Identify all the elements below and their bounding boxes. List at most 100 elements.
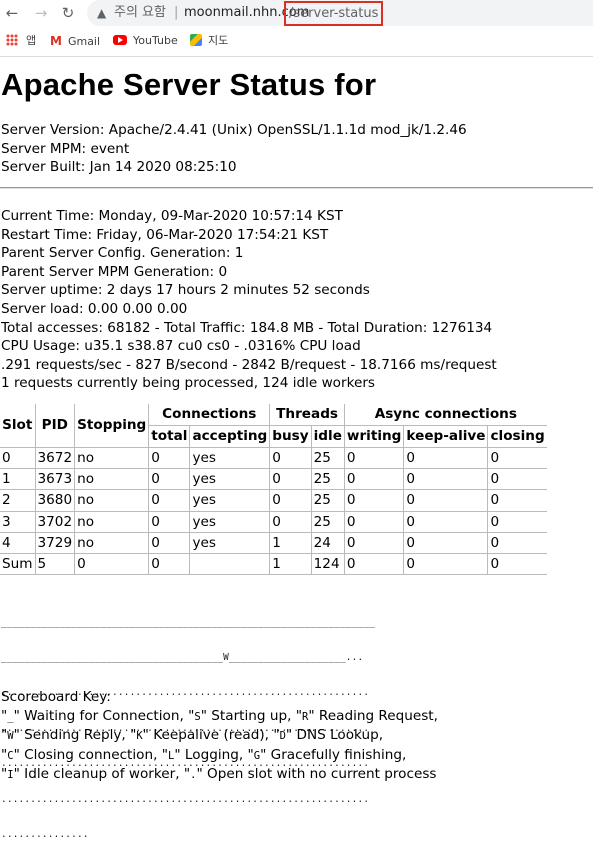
- cell-total: 0: [148, 553, 190, 576]
- table-row: 2 3680 no 0 yes 0 25 0 0 0: [0, 489, 547, 512]
- back-arrow-icon[interactable]: ←: [1, 2, 23, 24]
- server-info: Server Version: Apache/2.4.41 (Unix) Ope…: [1, 121, 467, 177]
- header-async-connections: Async connections: [343, 404, 547, 426]
- cell-writing: 0: [343, 468, 404, 491]
- cell-idle: 25: [310, 489, 345, 512]
- cell-idle: 25: [310, 447, 345, 470]
- key-desc: Sending Reply,: [19, 727, 131, 744]
- mpm-generation: Parent Server MPM Generation: 0: [1, 263, 228, 280]
- scoreboard-key-title: Scoreboard Key:: [1, 689, 111, 705]
- bookmark-label: 앱: [26, 34, 37, 47]
- cell-accepting: yes: [189, 532, 270, 555]
- key-code: I: [7, 769, 14, 782]
- table-sum-row: Sum 5 0 0 1 124 0 0 0: [0, 553, 547, 576]
- forward-arrow-icon[interactable]: →: [30, 2, 52, 24]
- bookmark-maps[interactable]: 지도: [190, 31, 228, 51]
- total-accesses: Total accesses: 68182 - Total Traffic: 1…: [1, 319, 493, 336]
- restart-time: Restart Time: Friday, 06-Mar-2020 17:54:…: [1, 226, 329, 243]
- cell-keep-alive: 0: [403, 553, 488, 576]
- cell-keep-alive: 0: [403, 447, 488, 470]
- cell-total: 0: [148, 489, 190, 512]
- url-path-highlight[interactable]: /server-status: [284, 1, 384, 26]
- cell-writing: 0: [343, 447, 404, 470]
- scoreboard-key-line: "W" Sending Reply, "K" Keepalive (read),…: [1, 727, 384, 744]
- cell-busy: 1: [269, 553, 312, 576]
- key-desc: Reading Request,: [314, 707, 438, 724]
- header-stopping: Stopping: [74, 404, 149, 448]
- cell-closing: 0: [487, 511, 547, 533]
- cpu-usage: CPU Usage: u35.1 s38.87 cu0 cs0 - .0316%…: [1, 338, 361, 355]
- security-label[interactable]: 주의 요함: [114, 0, 166, 26]
- bookmark-apps[interactable]: 앱: [6, 31, 36, 51]
- address-bar[interactable]: ▲ 주의 요함 | moonmail.nhn.com /server-statu…: [87, 0, 593, 26]
- maps-icon: [190, 34, 202, 46]
- gmail-icon: M: [50, 34, 62, 48]
- key-desc: Open slot with no current process: [202, 766, 437, 783]
- cell-pid: 3702: [34, 511, 75, 533]
- cell-pid: 3673: [34, 468, 75, 491]
- server-mpm: Server MPM: event: [1, 140, 130, 157]
- cell-busy: 0: [269, 489, 312, 512]
- header-writing: writing: [343, 425, 404, 448]
- bookmarks-bar: 앱 M Gmail YouTube 지도: [0, 31, 593, 51]
- scoreboard-line: ...............: [1, 828, 89, 840]
- scoreboard-line: ______________________________________W_…: [1, 651, 364, 663]
- server-uptime: Server uptime: 2 days 17 hours 2 minutes…: [1, 282, 370, 299]
- cell-keep-alive: 0: [403, 511, 488, 533]
- key-code: S: [194, 710, 201, 723]
- header-connections: Connections: [148, 404, 270, 426]
- cell-stopping: no: [74, 447, 149, 470]
- cell-total: 0: [148, 447, 190, 470]
- bookmark-youtube[interactable]: YouTube: [113, 31, 178, 51]
- browser-chrome: ← → ↻ ▲ 주의 요함 | moonmail.nhn.com /server…: [0, 0, 593, 57]
- key-code: W: [7, 730, 14, 743]
- key-code: .: [190, 769, 197, 782]
- table-row: 1 3673 no 0 yes 0 25 0 0 0: [0, 468, 547, 491]
- cell-idle: 25: [310, 511, 345, 533]
- cell-keep-alive: 0: [403, 532, 488, 555]
- cell-stopping: 0: [74, 553, 149, 576]
- cell-busy: 0: [269, 468, 312, 491]
- cell-total: 0: [148, 532, 190, 555]
- key-desc: DNS Lookup,: [292, 727, 384, 744]
- reload-icon[interactable]: ↻: [57, 2, 79, 24]
- key-desc: Gracefully finishing,: [266, 746, 407, 763]
- cell-keep-alive: 0: [403, 489, 488, 512]
- cell-stopping: no: [74, 468, 149, 491]
- cell-writing: 0: [343, 553, 404, 576]
- request-rates: .291 requests/sec - 827 B/second - 2842 …: [1, 356, 497, 373]
- cell-keep-alive: 0: [403, 468, 488, 491]
- header-pid: PID: [34, 404, 75, 448]
- scoreboard-line: ________________________________________…: [1, 616, 376, 628]
- server-load: Server load: 0.00 0.00 0.00: [1, 300, 188, 317]
- cell-pid: 3729: [34, 532, 75, 555]
- cell-slot: 4: [0, 532, 35, 555]
- current-time: Current Time: Monday, 09-Mar-2020 10:57:…: [1, 208, 343, 224]
- cell-slot: Sum: [0, 553, 35, 576]
- cell-pid: 3680: [34, 489, 75, 512]
- divider: [0, 187, 593, 189]
- header-keep-alive: keep-alive: [403, 425, 488, 448]
- key-code: R: [302, 710, 309, 723]
- header-threads: Threads: [269, 404, 345, 426]
- server-version: Server Version: Apache/2.4.41 (Unix) Ope…: [1, 122, 467, 138]
- bookmark-gmail[interactable]: M Gmail: [50, 31, 100, 51]
- key-code: K: [136, 730, 143, 743]
- bookmark-label: YouTube: [133, 34, 178, 47]
- cell-pid: 3672: [34, 447, 75, 470]
- key-desc: Waiting for Connection,: [19, 707, 189, 724]
- key-desc: Closing connection,: [19, 746, 162, 763]
- cell-closing: 0: [487, 468, 547, 491]
- cell-total: 0: [148, 511, 190, 533]
- cell-writing: 0: [343, 489, 404, 512]
- scoreboard-key-line: "C" Closing connection, "L" Logging, "G"…: [1, 746, 407, 763]
- cell-closing: 0: [487, 553, 547, 576]
- cell-writing: 0: [343, 511, 404, 533]
- key-code: _: [7, 710, 14, 723]
- address-separator: |: [174, 5, 179, 20]
- header-busy: busy: [269, 425, 312, 448]
- cell-busy: 0: [269, 511, 312, 533]
- header-total: total: [148, 425, 190, 448]
- key-desc: Keepalive (read),: [148, 727, 274, 744]
- warning-icon[interactable]: ▲: [97, 0, 106, 26]
